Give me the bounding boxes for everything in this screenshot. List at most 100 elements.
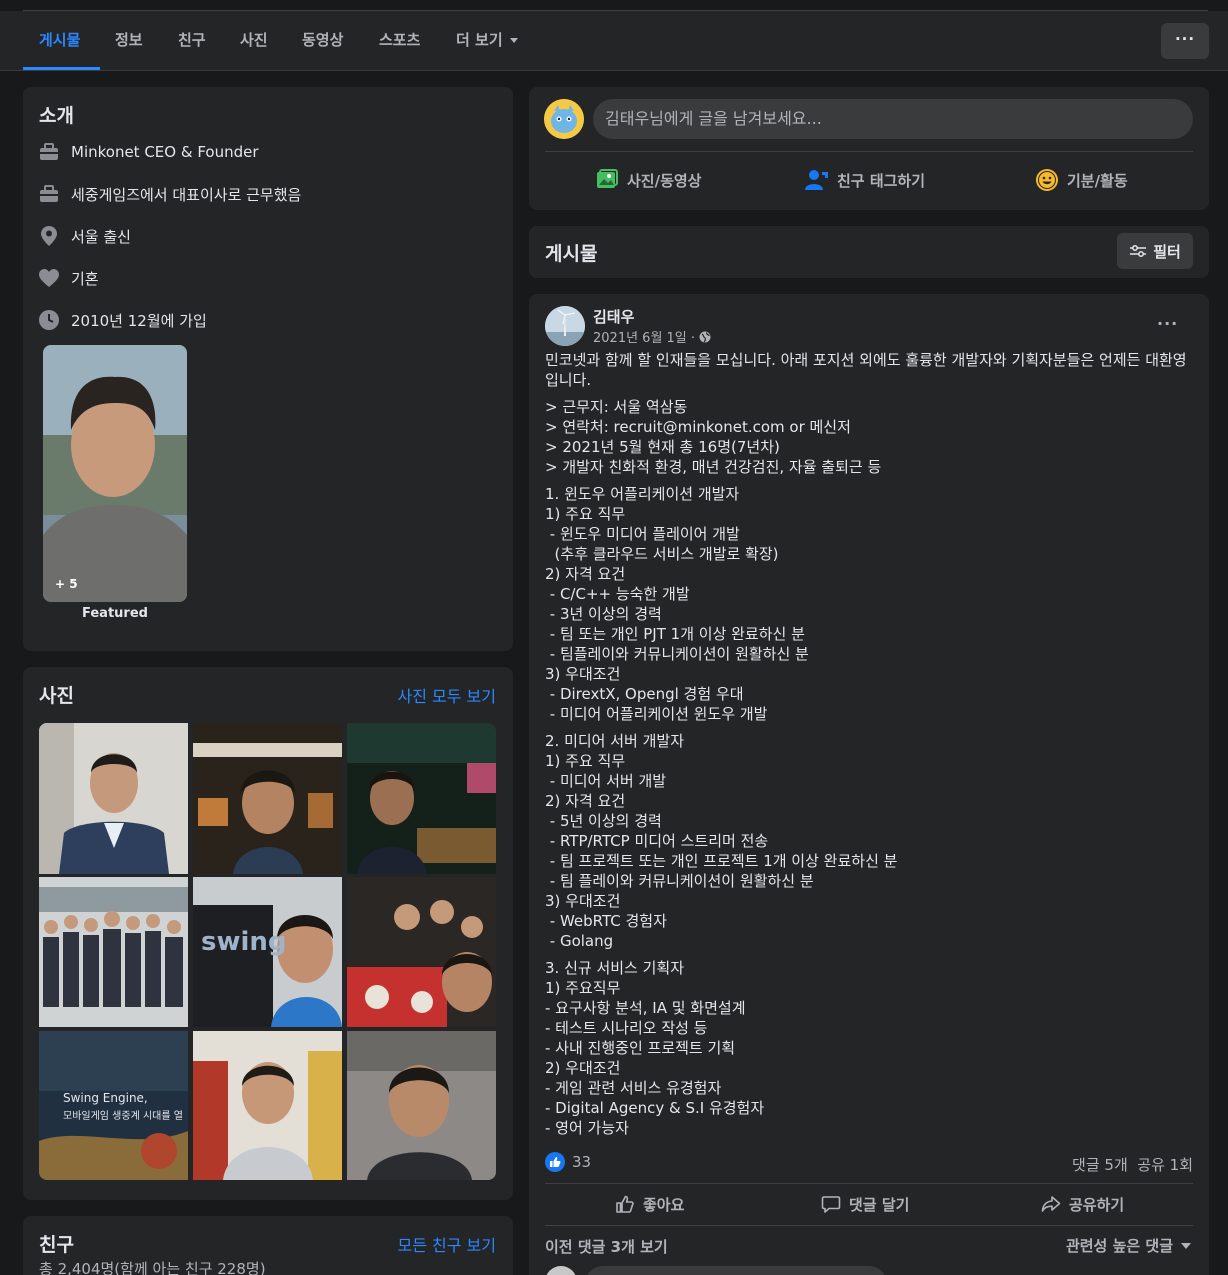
avatar[interactable] [545, 306, 585, 346]
friends-title: 친구 [39, 1234, 74, 1256]
post-author[interactable]: 김태우 [593, 306, 634, 327]
post-paragraph: > 근무지: 서울 역삼동 > 연락처: recruit@minkonet.co… [545, 398, 882, 476]
share-label: 공유하기 [1069, 1195, 1125, 1214]
active-tab-indicator [23, 67, 100, 70]
post-divider [545, 1225, 1193, 1226]
caret-down-icon [509, 38, 518, 43]
like-label: 좋아요 [643, 1195, 685, 1214]
see-all-friends-link[interactable]: 모든 친구 보기 [398, 1232, 497, 1256]
tab-videos[interactable]: 동영상 [302, 11, 343, 70]
post-composer-input[interactable]: 김태우님에게 글을 남겨보세요... [593, 99, 1193, 139]
featured-photo[interactable]: + 5 [43, 345, 187, 602]
post-options-button[interactable]: ··· [1157, 314, 1178, 333]
tab-friends[interactable]: 친구 [178, 11, 206, 70]
intro-item-past-work: 세중게임즈에서 대표이사로 근무했음 [39, 182, 301, 206]
post-body: 민코넷과 함께 할 인재들을 모십니다. 아래 포지션 외에도 훌륭한 개발자와… [545, 350, 1195, 1145]
photo-video-button[interactable]: 사진/동영상 [595, 162, 701, 198]
photo-thumbnail[interactable]: Swing Engine, 모바일게임 생중계 시대를 열 [39, 1031, 188, 1180]
tab-more[interactable]: 더 보기 [456, 11, 518, 70]
intro-item-text: 서울 출신 [71, 227, 131, 246]
comment-icon [821, 1196, 841, 1213]
tag-friends-label: 친구 태그하기 [837, 171, 926, 190]
photo-thumbnail[interactable] [39, 723, 188, 874]
tag-friends-button[interactable]: 친구 태그하기 [805, 162, 925, 198]
like-count: 33 [572, 1153, 592, 1171]
intro-title: 소개 [39, 105, 74, 127]
avatar[interactable] [544, 99, 584, 139]
intro-item-text: 세중게임즈에서 대표이사로 근무했음 [71, 185, 302, 204]
friends-card: 친구 모든 친구 보기 총 2,404명(함께 아는 친구 228명) [23, 1216, 513, 1275]
avatar[interactable] [545, 1266, 577, 1275]
intro-item-relationship: 기혼 [39, 266, 99, 290]
share-button[interactable]: 공유하기 [1041, 1192, 1124, 1216]
composer-card: 김태우님에게 글을 남겨보세요... 사진/동영상 친구 태그하기 기분/활동 [529, 87, 1209, 210]
like-icon [616, 1195, 634, 1213]
comment-bubble [585, 1266, 887, 1275]
photo-video-label: 사진/동영상 [627, 171, 702, 190]
post-paragraph: 2. 미디어 서버 개발자 1) 주요 직무 - 미디어 서버 개발 2) 자격… [545, 732, 898, 950]
tab-sports[interactable]: 스포츠 [379, 11, 420, 70]
briefcase-icon [39, 184, 59, 204]
post-date[interactable]: 2021년 6월 1일 · [593, 327, 695, 346]
photo-thumbnail[interactable] [347, 877, 496, 1027]
profile-tab-bar: 게시물 정보 친구 사진 동영상 스포츠 더 보기 ··· [0, 11, 1228, 71]
filter-label: 필터 [1153, 242, 1181, 261]
share-icon [1041, 1196, 1061, 1212]
globe-icon [699, 331, 711, 342]
filter-icon [1130, 245, 1147, 257]
tab-photos[interactable]: 사진 [240, 11, 268, 70]
photo-thumbnail[interactable] [193, 1031, 342, 1180]
tab-posts[interactable]: 게시물 [39, 11, 80, 70]
intro-card: 소개 Minkonet CEO & Founder 세중게임즈에서 대표이사로 … [23, 87, 513, 651]
intro-item-joined: 2010년 12월에 가입 [39, 308, 207, 332]
posts-header-card: 게시물 필터 [529, 226, 1209, 278]
intro-item-text: Minkonet CEO & Founder [71, 143, 259, 161]
comment-button[interactable]: 댓글 달기 [821, 1192, 909, 1216]
like-reaction-icon [545, 1152, 565, 1172]
tab-more-label: 더 보기 [456, 31, 503, 49]
comment-sort-label: 관련성 높은 댓글 [1065, 1237, 1173, 1255]
photo-thumbnail[interactable]: swing [193, 877, 342, 1027]
photo-overlay-text: Swing Engine, [63, 1091, 148, 1105]
post-card: 김태우 2021년 6월 1일 · ··· 민코넷과 함께 할 인재들을 모십니… [529, 294, 1209, 1275]
feeling-activity-label: 기분/활동 [1067, 171, 1128, 190]
posts-title: 게시물 [545, 243, 598, 265]
post-intro-text: 민코넷과 함께 할 인재들을 모십니다. 아래 포지션 외에도 훌륭한 개발자와… [545, 351, 1187, 389]
comment-label: 댓글 달기 [849, 1195, 910, 1214]
post-paragraph: 3. 신규 서비스 기획자 1) 주요직무 - 요구사항 분석, IA 및 화면… [545, 959, 765, 1137]
post-paragraph: 1. 윈도우 어플리케이션 개발자 1) 주요 직무 - 윈도우 미디어 플레이… [545, 485, 809, 723]
photo-overlay-text: 모바일게임 생중계 시대를 열 [63, 1111, 183, 1122]
photo-thumbnail[interactable] [347, 1031, 496, 1180]
intro-item-text: 기혼 [71, 269, 99, 288]
briefcase-icon [39, 142, 59, 162]
more-options-button[interactable]: ··· [1161, 23, 1209, 59]
tag-friends-icon [805, 170, 828, 190]
photo-thumbnail[interactable] [347, 723, 496, 874]
heart-icon [39, 268, 59, 288]
photos-card: 사진 사진 모두 보기 swing Swing Engine, 모바일게임 생중… [23, 667, 513, 1200]
comment-sort-dropdown[interactable]: 관련성 높은 댓글 [1066, 1235, 1191, 1256]
view-previous-comments-link[interactable]: 이전 댓글 3개 보기 [545, 1236, 668, 1257]
tab-about[interactable]: 정보 [115, 11, 143, 70]
feeling-activity-button[interactable]: 기분/활동 [1035, 162, 1128, 198]
photo-overlay-text: swing [201, 927, 287, 957]
post-divider [545, 1183, 1193, 1184]
photos-title: 사진 [39, 685, 74, 707]
friends-count: 총 2,404명(함께 아는 친구 228명) [39, 1260, 266, 1275]
composer-divider [545, 151, 1193, 152]
like-button[interactable]: 좋아요 [615, 1192, 684, 1216]
photo-video-icon [597, 169, 618, 188]
intro-item-text: 2010년 12월에 가입 [71, 311, 207, 330]
reactions-summary[interactable]: 33 [545, 1152, 591, 1172]
caret-down-icon [1181, 1242, 1191, 1249]
featured-count: + 5 [55, 577, 78, 591]
location-pin-icon [39, 226, 59, 246]
post-meta: 2021년 6월 1일 · [593, 327, 711, 346]
photo-thumbnail[interactable] [39, 877, 188, 1027]
see-all-photos-link[interactable]: 사진 모두 보기 [398, 683, 497, 707]
intro-item-work: Minkonet CEO & Founder [39, 140, 259, 164]
comments-shares-count[interactable]: 댓글 5개 공유 1회 [1072, 1154, 1193, 1175]
clock-icon [39, 310, 59, 330]
photo-thumbnail[interactable] [193, 723, 342, 874]
filter-button[interactable]: 필터 [1117, 233, 1193, 269]
